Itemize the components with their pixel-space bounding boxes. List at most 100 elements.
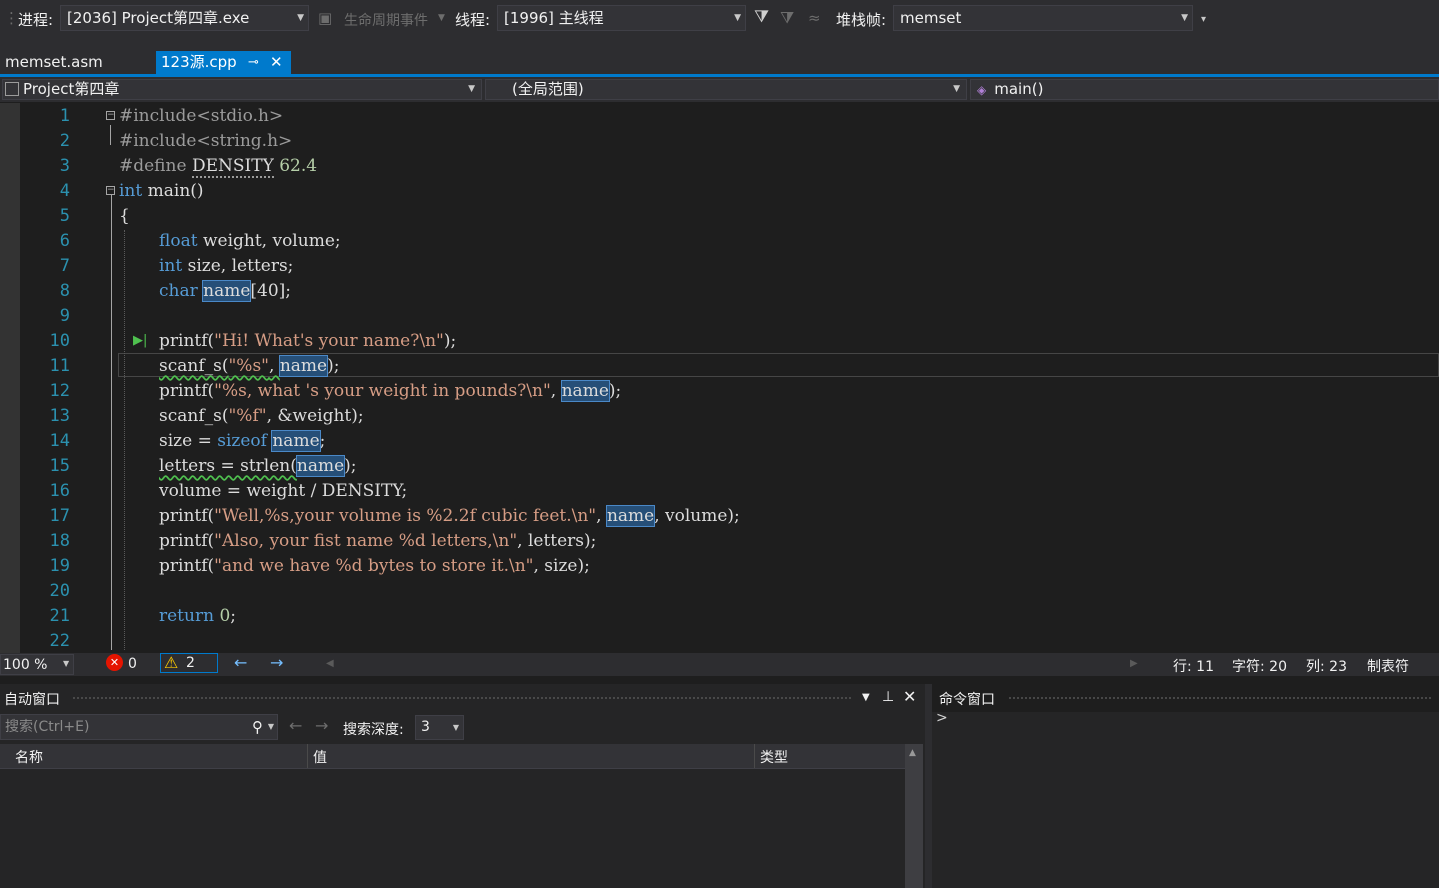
close-icon[interactable]: ✕ bbox=[270, 51, 283, 74]
filter-icon[interactable]: ⧩ bbox=[754, 7, 769, 27]
code-line-17[interactable]: printf("Well,%s,your volume is %2.2f cub… bbox=[159, 504, 740, 529]
line-number: 20 bbox=[49, 581, 70, 601]
arrow-left-icon[interactable]: ← bbox=[234, 653, 247, 672]
code-line-4[interactable]: int main() bbox=[119, 179, 204, 204]
toolbar-grip: ⋮ bbox=[4, 9, 19, 27]
line-number: 21 bbox=[49, 606, 70, 626]
code-line-12[interactable]: printf("%s, what 's your weight in pound… bbox=[159, 379, 621, 404]
chevron-down-icon: ▼ bbox=[297, 13, 304, 23]
line-number: 22 bbox=[49, 631, 70, 651]
scroll-up-icon[interactable]: ▲ bbox=[909, 748, 916, 758]
command-window-title: 命令窗口 bbox=[939, 692, 995, 708]
code-token: printf( bbox=[159, 331, 215, 351]
stackframe-dropdown[interactable]: memset ▼ bbox=[893, 5, 1193, 31]
char-indicator: 字符: 20 bbox=[1232, 659, 1287, 675]
search-depth-dropdown[interactable]: 3 ▼ bbox=[415, 715, 464, 740]
code-line-15[interactable]: letters = strlen(name); bbox=[159, 454, 357, 479]
code-line-18[interactable]: printf("Also, your fist name %d letters,… bbox=[159, 529, 596, 554]
breakpoint-margin[interactable] bbox=[0, 103, 20, 653]
thread-dropdown[interactable]: [1996] 主线程 ▼ bbox=[497, 5, 746, 31]
code-token: , bbox=[269, 356, 280, 376]
column-header-type[interactable]: 类型 bbox=[760, 747, 788, 767]
column-divider[interactable] bbox=[754, 744, 755, 768]
code-line-16[interactable]: volume = weight / DENSITY; bbox=[159, 479, 407, 504]
scope-dropdown[interactable]: (全局范围) ▼ bbox=[485, 79, 967, 100]
tab-memset-asm[interactable]: memset.asm bbox=[0, 51, 155, 74]
code-token: weight, volume; bbox=[197, 231, 341, 251]
arrow-right-icon[interactable]: → bbox=[270, 653, 283, 672]
code-line-5[interactable]: { bbox=[119, 204, 130, 229]
filter-toggle-icon[interactable]: ⧩ bbox=[780, 8, 794, 28]
autos-title: 自动窗口 bbox=[4, 692, 60, 708]
code-token: name bbox=[560, 380, 610, 402]
code-token: name bbox=[278, 355, 329, 377]
code-line-1[interactable]: #include<stdio.h> bbox=[119, 104, 283, 129]
project-name: Project第四章 bbox=[23, 80, 120, 98]
col-indicator: 列: 23 bbox=[1306, 659, 1347, 675]
code-line-13[interactable]: scanf_s("%f", &weight); bbox=[159, 404, 364, 429]
window-menu-icon[interactable]: ▼ bbox=[862, 692, 870, 703]
process-value: [2036] Project第四章.exe bbox=[67, 9, 250, 27]
code-line-21[interactable]: return 0; bbox=[159, 604, 236, 629]
code-line-2[interactable]: #include<string.h> bbox=[119, 129, 292, 154]
pane-splitter[interactable] bbox=[925, 684, 932, 888]
column-header-value[interactable]: 值 bbox=[313, 747, 327, 767]
code-token: printf( bbox=[159, 531, 215, 551]
warning-box[interactable]: ⚠ 2 bbox=[160, 653, 218, 673]
title-grip bbox=[72, 696, 852, 701]
autos-search-input[interactable]: 搜索(Ctrl+E) ⚲ ▼ bbox=[0, 714, 278, 740]
scroll-left-icon[interactable]: ◀ bbox=[326, 658, 334, 669]
collapse-icon[interactable]: − bbox=[106, 111, 115, 120]
code-token: #include<stdio.h> bbox=[119, 106, 284, 126]
column-header-name[interactable]: 名称 bbox=[15, 747, 43, 767]
code-line-11[interactable]: scanf_s("%s", name); bbox=[159, 354, 339, 379]
project-dropdown[interactable]: Project第四章 ▼ bbox=[2, 79, 482, 100]
column-divider[interactable] bbox=[307, 744, 308, 768]
member-dropdown[interactable]: ◈ main() bbox=[970, 79, 1439, 100]
code-line-8[interactable]: char name[40]; bbox=[159, 279, 291, 304]
code-line-19[interactable]: printf("and we have %d bytes to store it… bbox=[159, 554, 590, 579]
code-line-6[interactable]: float weight, volume; bbox=[159, 229, 341, 254]
autos-scrollbar[interactable]: ▲ bbox=[905, 744, 923, 888]
chevron-down-icon: ▼ bbox=[63, 659, 70, 668]
code-token: sizeof bbox=[217, 431, 267, 451]
code-line-14[interactable]: size = sizeof name; bbox=[159, 429, 325, 454]
tabs-indicator[interactable]: 制表符 bbox=[1367, 656, 1409, 676]
line-number: 5 bbox=[59, 206, 70, 226]
search-icon[interactable]: ⚲ bbox=[252, 715, 263, 739]
chevron-down-icon: ▼ bbox=[452, 723, 459, 732]
search-forward-icon[interactable]: → bbox=[315, 716, 328, 735]
pin-icon[interactable]: ⊸ bbox=[248, 51, 259, 74]
stackframe-value: memset bbox=[900, 9, 962, 27]
flag-thread-icon[interactable]: ≈ bbox=[808, 9, 821, 27]
lifecycle-events-button[interactable]: 生命周期事件 bbox=[344, 10, 428, 30]
code-token: 0 bbox=[219, 606, 231, 626]
code-token: int bbox=[119, 181, 143, 201]
error-count[interactable]: 0 bbox=[128, 656, 137, 672]
chevron-down-icon: ▼ bbox=[468, 84, 475, 94]
member-name: main() bbox=[994, 80, 1044, 98]
code-token: letters = strlen( bbox=[159, 456, 297, 476]
code-token: "and we have %d bytes to store it.\n" bbox=[214, 556, 534, 576]
code-token: "Hi! What's your name?\n" bbox=[214, 331, 444, 351]
pin-icon[interactable]: ⊥ bbox=[882, 689, 894, 705]
code-token: { bbox=[119, 206, 130, 226]
code-line-10[interactable]: printf("Hi! What's your name?\n"); bbox=[159, 329, 456, 354]
code-token: "%s" bbox=[228, 356, 270, 376]
command-input-area[interactable]: > bbox=[932, 710, 1439, 888]
close-icon[interactable]: ✕ bbox=[903, 687, 916, 706]
zoom-dropdown[interactable]: 100 % ▼ bbox=[0, 654, 74, 675]
line-number: 6 bbox=[59, 231, 70, 251]
tab-label: 123源.cpp bbox=[161, 53, 237, 71]
code-line-7[interactable]: int size, letters; bbox=[159, 254, 293, 279]
collapse-icon[interactable]: − bbox=[106, 186, 115, 195]
toolbar-overflow-icon[interactable]: ▾ bbox=[1201, 14, 1206, 25]
code-token: [40]; bbox=[250, 281, 292, 301]
tab-123-cpp[interactable]: 123源.cpp ⊸ ✕ bbox=[156, 51, 291, 74]
code-token: name bbox=[295, 455, 346, 477]
search-back-icon[interactable]: ← bbox=[289, 716, 302, 735]
process-dropdown[interactable]: [2036] Project第四章.exe ▼ bbox=[60, 5, 309, 31]
scroll-right-icon[interactable]: ▶ bbox=[1130, 658, 1138, 669]
code-line-3[interactable]: #define DENSITY 62.4 bbox=[119, 154, 317, 179]
code-token: name bbox=[271, 430, 321, 452]
